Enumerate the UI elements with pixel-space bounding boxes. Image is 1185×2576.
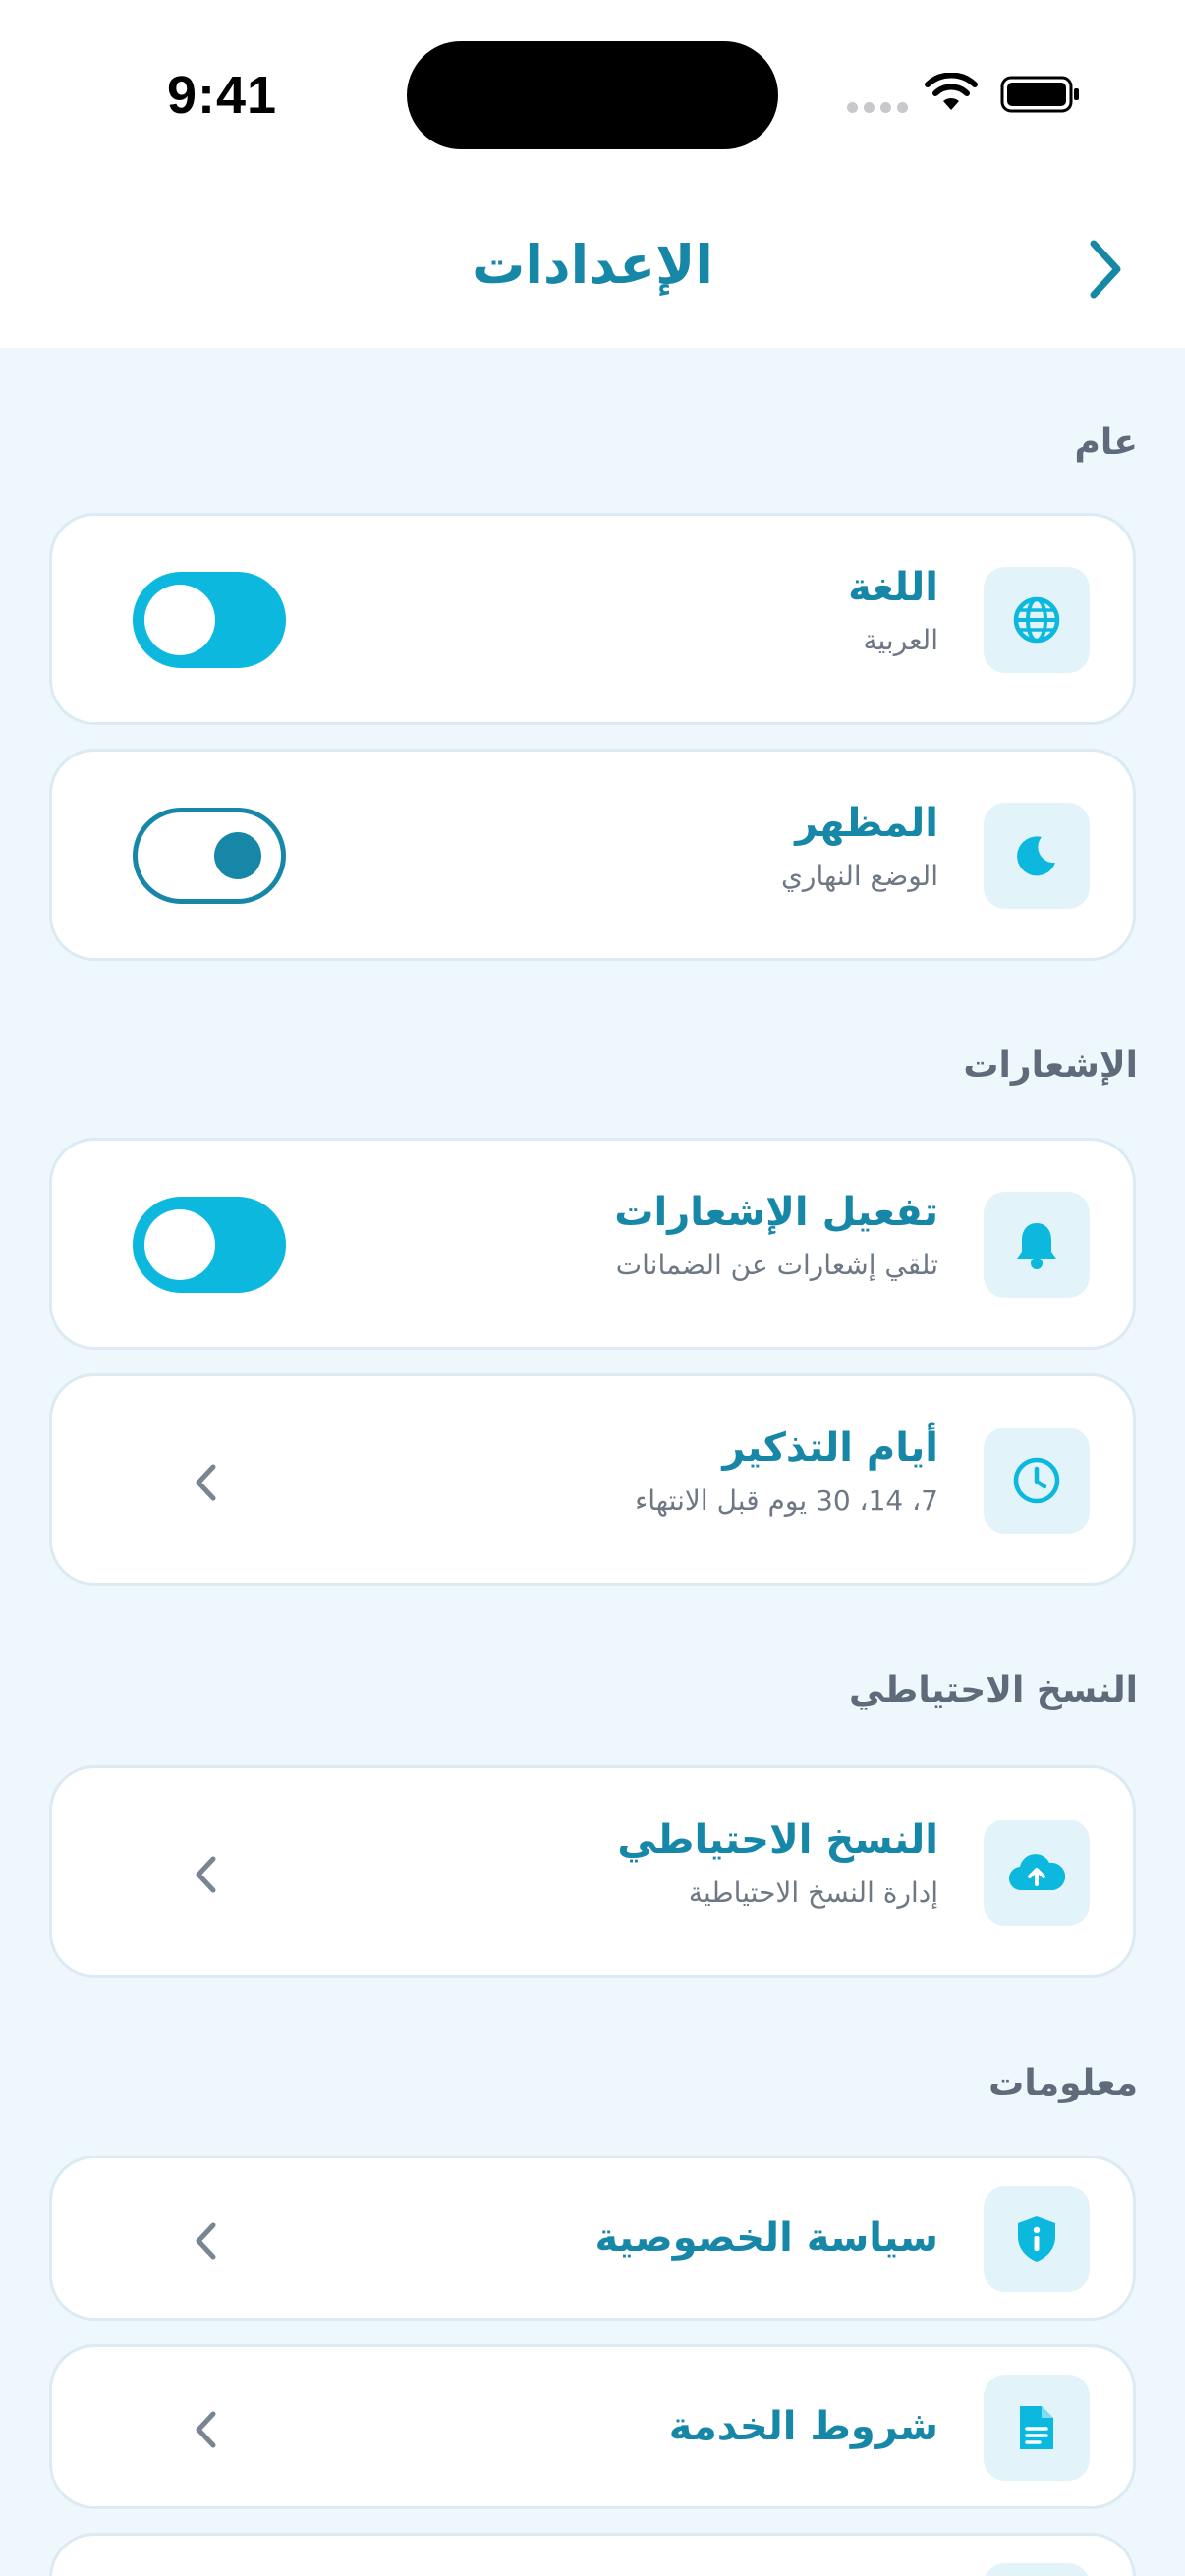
notifications-toggle[interactable] (133, 1197, 286, 1293)
terms-label: شروط الخدمة (668, 2404, 938, 2449)
bell-icon (984, 1192, 1090, 1298)
settings-row-partial[interactable] (49, 2533, 1136, 2576)
appearance-toggle[interactable] (133, 808, 286, 904)
settings-row-appearance[interactable]: المظهر الوضع النهاري (49, 749, 1136, 961)
navigation-bar: الإعدادات (0, 187, 1185, 348)
chevron-left-icon (186, 1850, 225, 1899)
appearance-label: المظهر (795, 801, 938, 846)
section-title-info: معلومات (988, 2063, 1138, 2103)
settings-row-terms[interactable]: شروط الخدمة (49, 2344, 1136, 2509)
language-toggle[interactable] (133, 572, 286, 668)
enable-notifications-value: تلقي إشعارات عن الضمانات (615, 1249, 938, 1281)
page-title: الإعدادات (472, 234, 713, 296)
settings-row-language[interactable]: اللغة العربية (49, 513, 1136, 725)
cellular-signal-icon (847, 102, 908, 113)
chevron-right-icon (1090, 240, 1121, 299)
settings-row-privacy[interactable]: سياسة الخصوصية (49, 2156, 1136, 2321)
language-label: اللغة (848, 565, 938, 610)
section-title-backup: النسخ الاحتياطي (849, 1670, 1138, 1710)
settings-row-enable-notifications[interactable]: تفعيل الإشعارات تلقي إشعارات عن الضمانات (49, 1138, 1136, 1350)
globe-icon (984, 567, 1090, 673)
reminder-days-value: 7، 14، 30 يوم قبل الانتهاء (635, 1484, 938, 1517)
battery-icon (1000, 76, 1079, 113)
status-bar: 9:41 (0, 0, 1185, 187)
chevron-left-icon (186, 1458, 225, 1507)
appearance-value: الوضع النهاري (781, 860, 938, 892)
shield-info-icon (984, 2186, 1090, 2292)
document-icon (984, 2375, 1090, 2481)
clock-icon (984, 1428, 1090, 1534)
privacy-label: سياسة الخصوصية (594, 2215, 939, 2261)
dynamic-island (407, 41, 778, 149)
backup-value: إدارة النسخ الاحتياطية (688, 1876, 938, 1909)
backup-label: النسخ الاحتياطي (617, 1818, 938, 1863)
wifi-icon (925, 73, 978, 110)
moon-icon (984, 803, 1090, 909)
chevron-left-icon (186, 2216, 225, 2266)
partial-icon (984, 2563, 1090, 2576)
cloud-upload-icon (984, 1820, 1090, 1926)
section-title-general: عام (1074, 422, 1139, 463)
enable-notifications-label: تفعيل الإشعارات (614, 1190, 938, 1235)
settings-row-backup[interactable]: النسخ الاحتياطي إدارة النسخ الاحتياطية (49, 1765, 1136, 1978)
back-button[interactable] (1071, 230, 1140, 308)
settings-row-reminder-days[interactable]: أيام التذكير 7، 14، 30 يوم قبل الانتهاء (49, 1373, 1136, 1586)
chevron-left-icon (186, 2405, 225, 2454)
status-time: 9:41 (167, 66, 278, 125)
section-title-notifications: الإشعارات (963, 1045, 1138, 1086)
language-value: العربية (863, 624, 938, 656)
reminder-days-label: أيام التذكير (722, 1426, 938, 1471)
